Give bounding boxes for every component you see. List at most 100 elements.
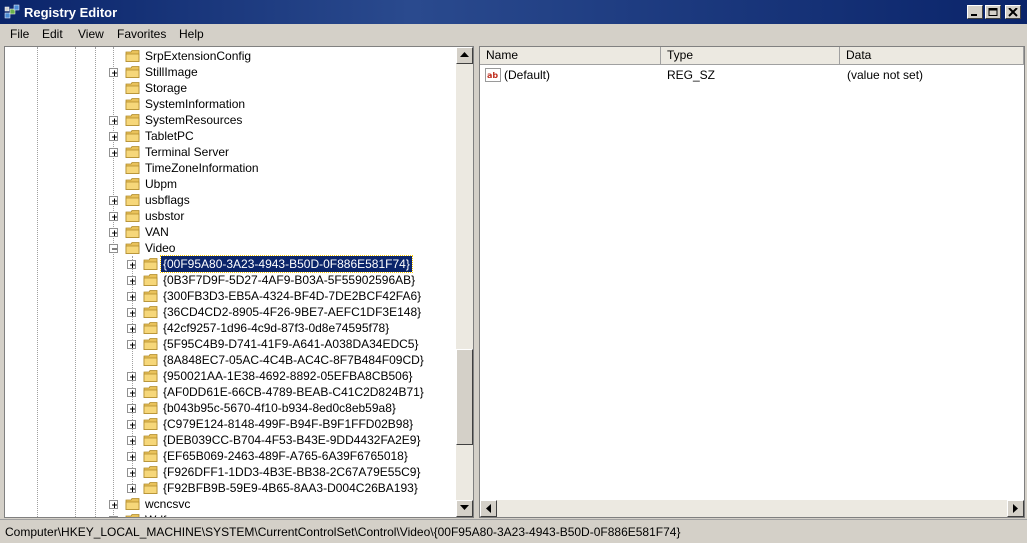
folder-icon — [125, 240, 141, 256]
tree-item[interactable]: {00F95A80-3A23-4943-B50D-0F886E581F74} — [5, 255, 455, 273]
tree-item[interactable]: {36CD4CD2-8905-4F26-9BE7-AEFC1DF3E148} — [5, 304, 455, 320]
expand-icon[interactable] — [109, 116, 118, 125]
scroll-up-button[interactable] — [456, 47, 473, 64]
close-icon — [1008, 8, 1018, 17]
tree-item[interactable]: {DEB039CC-B704-4F53-B43E-9DD4432FA2E9} — [5, 432, 455, 448]
tree-item-label: Storage — [145, 81, 188, 95]
menu-view[interactable]: View — [78, 27, 104, 41]
menu-file[interactable]: File — [10, 27, 29, 41]
tree-item[interactable]: Wdf — [5, 512, 455, 517]
folder-icon — [143, 448, 159, 464]
expand-icon[interactable] — [127, 276, 136, 285]
title-bar: Registry Editor — [0, 0, 1027, 24]
folder-icon — [125, 144, 141, 160]
expand-icon[interactable] — [127, 372, 136, 381]
tree-item-label: {DEB039CC-B704-4F53-B43E-9DD4432FA2E9} — [163, 433, 421, 447]
tree-item-label: {8A848EC7-05AC-4C4B-AC4C-8F7B484F09CD} — [163, 353, 424, 367]
tree-item[interactable]: Ubpm — [5, 176, 455, 192]
string-value-icon: ab — [485, 68, 501, 82]
tree-item[interactable]: SystemResources — [5, 112, 455, 128]
expand-icon[interactable] — [109, 228, 118, 237]
tree-item[interactable]: wcncsvc — [5, 496, 455, 512]
tree-item[interactable]: TabletPC — [5, 128, 455, 144]
expand-icon[interactable] — [109, 68, 118, 77]
current-key-path: Computer\HKEY_LOCAL_MACHINE\SYSTEM\Curre… — [5, 525, 681, 539]
column-header-type[interactable]: Type — [661, 47, 840, 65]
tree-item[interactable]: SrpExtensionConfig — [5, 48, 455, 64]
tree-item[interactable]: {EF65B069-2463-489F-A765-6A39F6765018} — [5, 448, 455, 464]
tree-item[interactable]: {b043b95c-5670-4f10-b934-8ed0c8eb59a8} — [5, 400, 455, 416]
tree-item[interactable]: {5F95C4B9-D741-41F9-A641-A038DA34EDC5} — [5, 336, 455, 352]
folder-icon — [143, 288, 159, 304]
close-button[interactable] — [1005, 5, 1021, 19]
column-header-data[interactable]: Data — [840, 47, 1024, 65]
collapse-icon[interactable] — [109, 244, 118, 253]
expand-icon[interactable] — [127, 292, 136, 301]
expand-icon[interactable] — [109, 500, 118, 509]
tree-item[interactable]: {8A848EC7-05AC-4C4B-AC4C-8F7B484F09CD} — [5, 352, 455, 368]
tree-item[interactable]: StillImage — [5, 64, 455, 80]
expand-icon[interactable] — [127, 452, 136, 461]
list-horizontal-scrollbar[interactable] — [480, 500, 1024, 517]
tree-item-label: {EF65B069-2463-489F-A765-6A39F6765018} — [163, 449, 408, 463]
expand-icon[interactable] — [109, 148, 118, 157]
maximize-button[interactable] — [985, 5, 1001, 19]
tree-item[interactable]: Video — [5, 240, 455, 256]
scroll-down-button[interactable] — [456, 500, 473, 517]
tree-item[interactable]: Storage — [5, 80, 455, 96]
tree-item[interactable]: TimeZoneInformation — [5, 160, 455, 176]
value-row[interactable]: ab (Default) REG_SZ (value not set) — [480, 67, 1024, 83]
tree-item[interactable]: {F926DFF1-1DD3-4B3E-BB38-2C67A79E55C9} — [5, 464, 455, 480]
menu-favorites[interactable]: Favorites — [117, 27, 166, 41]
folder-icon — [143, 480, 159, 496]
menu-help[interactable]: Help — [179, 27, 204, 41]
expand-icon[interactable] — [127, 388, 136, 397]
registry-tree[interactable]: SrpExtensionConfig StillImage Storage Syste… — [4, 46, 474, 518]
folder-icon — [125, 112, 141, 128]
expand-icon[interactable] — [127, 420, 136, 429]
expand-icon[interactable] — [127, 260, 136, 269]
tree-item-label: Video — [145, 241, 176, 255]
tree-item[interactable]: {C979E124-8148-499F-B94F-B9F1FFD02B98} — [5, 416, 455, 432]
expand-icon[interactable] — [127, 436, 136, 445]
values-list[interactable]: Name Type Data ab (Default) REG_SZ (valu… — [479, 46, 1025, 518]
menu-edit[interactable]: Edit — [42, 27, 63, 41]
minimize-button[interactable] — [967, 5, 983, 19]
tree-item[interactable]: Terminal Server — [5, 144, 455, 160]
tree-item[interactable]: SystemInformation — [5, 96, 455, 112]
folder-icon — [125, 80, 141, 96]
scroll-left-button[interactable] — [480, 500, 497, 517]
scroll-right-button[interactable] — [1007, 500, 1024, 517]
arrow-left-icon — [486, 504, 491, 513]
tree-item[interactable]: usbflags — [5, 192, 455, 208]
tree-item-label: {AF0DD61E-66CB-4789-BEAB-C41C2D824B71} — [163, 385, 424, 399]
column-header-name[interactable]: Name — [480, 47, 661, 65]
tree-item[interactable]: {AF0DD61E-66CB-4789-BEAB-C41C2D824B71} — [5, 384, 455, 400]
tree-vertical-scrollbar[interactable] — [456, 47, 473, 517]
value-name: (Default) — [504, 68, 551, 82]
tree-item[interactable]: {950021AA-1E38-4692-8892-05EFBA8CB506} — [5, 368, 455, 384]
expand-icon[interactable] — [127, 484, 136, 493]
folder-icon — [143, 352, 159, 368]
expand-icon[interactable] — [127, 324, 136, 333]
expand-icon[interactable] — [127, 340, 136, 349]
expand-icon[interactable] — [109, 132, 118, 141]
tree-item[interactable]: {0B3F7D9F-5D27-4AF9-B03A-5F55902596AB} — [5, 272, 455, 288]
tree-item-label: SystemResources — [145, 113, 243, 127]
tree-item-label: {36CD4CD2-8905-4F26-9BE7-AEFC1DF3E148} — [163, 305, 422, 319]
expand-icon[interactable] — [109, 196, 118, 205]
expand-icon[interactable] — [109, 516, 118, 517]
folder-icon — [125, 128, 141, 144]
expand-icon[interactable] — [127, 468, 136, 477]
tree-item[interactable]: {300FB3D3-EB5A-4324-BF4D-7DE2BCF42FA6} — [5, 288, 455, 304]
expand-icon[interactable] — [127, 404, 136, 413]
expand-icon[interactable] — [109, 212, 118, 221]
tree-item-label: {b043b95c-5670-4f10-b934-8ed0c8eb59a8} — [163, 401, 396, 415]
tree-scroll-thumb[interactable] — [456, 349, 473, 445]
tree-item-label: wcncsvc — [145, 497, 191, 511]
tree-item[interactable]: {42cf9257-1d96-4c9d-87f3-0d8e74595f78} — [5, 320, 455, 336]
tree-item[interactable]: {F92BFB9B-59E9-4B65-8AA3-D004C26BA193} — [5, 480, 455, 496]
expand-icon[interactable] — [127, 308, 136, 317]
tree-item[interactable]: VAN — [5, 224, 455, 240]
tree-item[interactable]: usbstor — [5, 208, 455, 224]
